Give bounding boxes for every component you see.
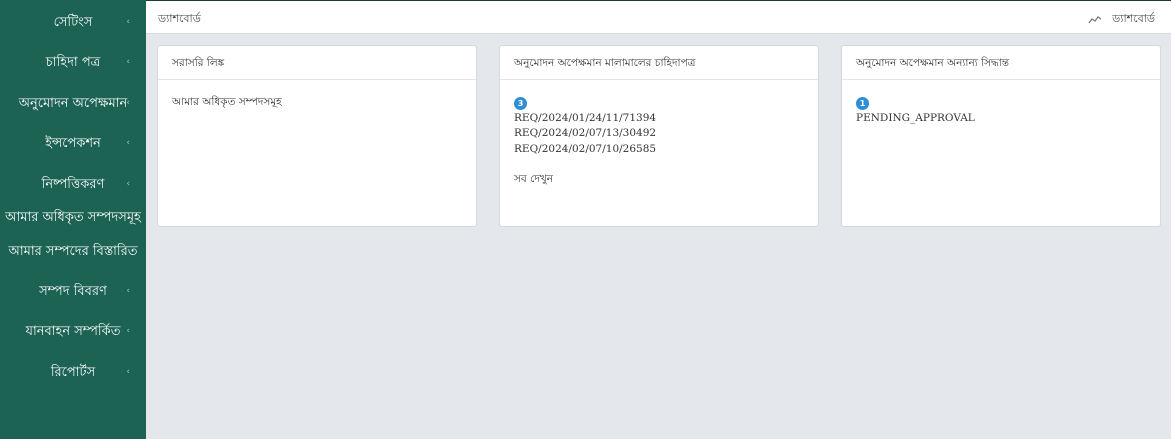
sidebar-item-label: ইন্সপেকশন <box>45 135 101 151</box>
sidebar-item-my-assets[interactable]: আমার অধিকৃত সম্পদসমূহ <box>0 203 146 233</box>
panel-title: অনুমোদন অপেক্ষমান মালামালের চাহিদাপত্র <box>500 46 818 80</box>
dashboard-label: ড্যাশবোর্ড <box>1112 12 1155 25</box>
count-badge: 3 <box>514 97 527 110</box>
sidebar-item-pending-approval[interactable]: অনুমোদন অপেক্ষমান ‹ <box>0 89 146 119</box>
chevron-left-icon: ‹ <box>126 286 130 296</box>
sidebar-item-label: আমার অধিকৃত সম্পদসমূহ <box>5 209 141 225</box>
panel-title: সরাসরি লিঙ্ক <box>158 46 476 80</box>
sidebar: সেটিংস ‹ চাহিদা পত্র ‹ অনুমোদন অপেক্ষমান… <box>0 0 146 439</box>
panel-title: অনুমোদন অপেক্ষমান অন্যান্য সিদ্ধান্ত <box>842 46 1160 80</box>
breadcrumb: ড্যাশবোর্ড <box>158 12 201 25</box>
pending-requisitions-panel: অনুমোদন অপেক্ষমান মালামালের চাহিদাপত্র 3… <box>499 45 819 227</box>
decision-link[interactable]: PENDING_APPROVAL <box>856 111 1146 127</box>
sidebar-item-label: রিপোর্টস <box>50 364 96 380</box>
see-all-link[interactable]: সব দেখুন <box>514 171 804 187</box>
requisition-link[interactable]: REQ/2024/01/24/11/71394 <box>514 111 804 127</box>
sidebar-item-reports[interactable]: রিপোর্টস ‹ <box>0 358 146 388</box>
requisition-link[interactable]: REQ/2024/02/07/10/26585 <box>514 142 804 158</box>
chevron-left-icon: ‹ <box>126 326 130 336</box>
my-assets-link[interactable]: আমার অধিকৃত সম্পদসমূহ <box>172 96 282 108</box>
chevron-left-icon: ‹ <box>126 98 130 108</box>
sidebar-item-my-asset-details[interactable]: আমার সম্পদের বিস্তারিত <box>0 237 146 267</box>
line-chart-icon <box>1088 15 1102 25</box>
sidebar-item-asset-description[interactable]: সম্পদ বিবরণ ‹ <box>0 277 146 307</box>
sidebar-item-label: সেটিংস <box>53 14 93 30</box>
dashboard-link[interactable]: ড্যাশবোর্ড <box>1088 10 1155 29</box>
sidebar-item-inspection[interactable]: ইন্সপেকশন ‹ <box>0 129 146 159</box>
requisition-link[interactable]: REQ/2024/02/07/13/30492 <box>514 126 804 142</box>
pending-decisions-panel: অনুমোদন অপেক্ষমান অন্যান্য সিদ্ধান্ত 1 P… <box>841 45 1161 227</box>
chevron-left-icon: ‹ <box>126 57 130 67</box>
sidebar-item-label: চাহিদা পত্র <box>45 54 101 70</box>
chevron-left-icon: ‹ <box>126 138 130 148</box>
sidebar-item-disposal[interactable]: নিষ্পত্তিকরণ ‹ <box>0 170 146 200</box>
chevron-left-icon: ‹ <box>126 17 130 27</box>
sidebar-item-label: যানবাহন সম্পর্কিত <box>25 323 121 339</box>
count-badge: 1 <box>856 97 869 110</box>
sidebar-item-vehicles[interactable]: যানবাহন সম্পর্কিত ‹ <box>0 317 146 347</box>
direct-links-panel: সরাসরি লিঙ্ক আমার অধিকৃত সম্পদসমূহ <box>157 45 477 227</box>
top-bar: ড্যাশবোর্ড ড্যাশবোর্ড <box>146 0 1171 34</box>
sidebar-item-label: নিষ্পত্তিকরণ <box>41 176 105 192</box>
sidebar-item-label: সম্পদ বিবরণ <box>39 283 107 299</box>
chevron-left-icon: ‹ <box>126 179 130 189</box>
sidebar-item-label: আমার সম্পদের বিস্তারিত <box>8 243 138 259</box>
sidebar-item-settings[interactable]: সেটিংস ‹ <box>0 8 146 38</box>
sidebar-item-requisition[interactable]: চাহিদা পত্র ‹ <box>0 48 146 78</box>
sidebar-item-label: অনুমোদন অপেক্ষমান <box>18 95 128 111</box>
chevron-left-icon: ‹ <box>126 367 130 377</box>
